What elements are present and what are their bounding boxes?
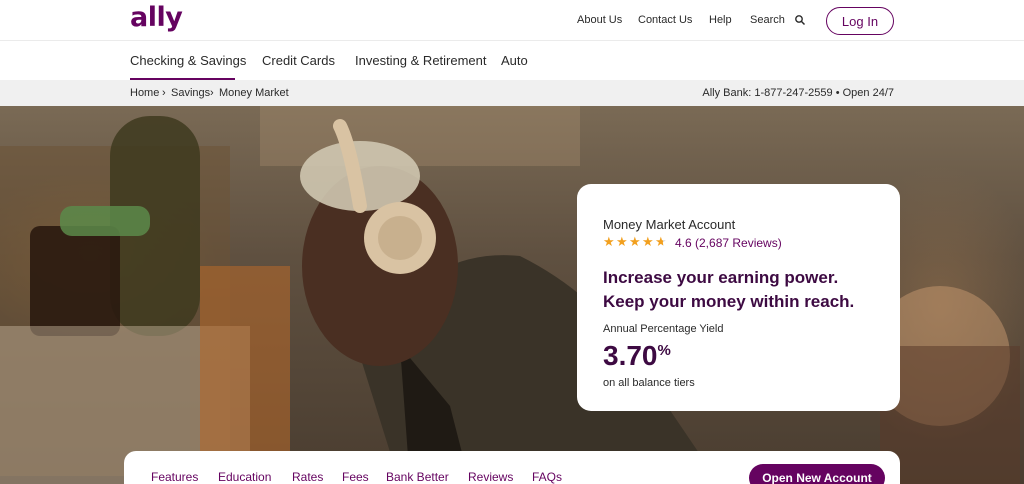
main-nav: Checking & Savings Credit Cards Investin… bbox=[0, 40, 1024, 81]
apy-number: 3.70 bbox=[603, 340, 658, 371]
star-rating: ★ ★ ★ ★ ★ bbox=[603, 235, 668, 248]
section-tab-bank-better[interactable]: Bank Better bbox=[386, 470, 449, 484]
product-card: Money Market Account ★ ★ ★ ★ ★ 4.6 (2,68… bbox=[577, 184, 900, 411]
card-headline: Increase your earning power. Keep your m… bbox=[603, 266, 893, 314]
top-header: ally About Us Contact Us Help Search Log… bbox=[0, 0, 1024, 40]
section-tab-education[interactable]: Education bbox=[218, 470, 271, 484]
section-nav: Features Education Rates Fees Bank Bette… bbox=[124, 451, 900, 484]
card-title: Money Market Account bbox=[603, 217, 736, 232]
star-icon: ★ bbox=[629, 234, 641, 249]
star-icon: ★ bbox=[603, 234, 615, 249]
nav-checking-savings[interactable]: Checking & Savings bbox=[130, 53, 246, 68]
breadcrumb: Home › Savings › Money Market Ally Bank:… bbox=[0, 80, 1024, 106]
apy-note: on all balance tiers bbox=[603, 377, 695, 389]
breadcrumb-savings[interactable]: Savings bbox=[171, 87, 210, 99]
star-icon: ★ bbox=[616, 234, 628, 249]
breadcrumb-current: Money Market bbox=[219, 87, 289, 99]
open-new-account-button[interactable]: Open New Account bbox=[749, 464, 885, 484]
ally-logo[interactable]: ally bbox=[130, 2, 183, 33]
nav-auto[interactable]: Auto bbox=[501, 53, 528, 68]
log-in-button[interactable]: Log In bbox=[826, 7, 894, 35]
section-tab-rates[interactable]: Rates bbox=[292, 470, 323, 484]
section-tab-faqs[interactable]: FAQs bbox=[532, 470, 562, 484]
half-star-icon: ★ bbox=[655, 234, 667, 249]
headline-line-2: Keep your money within reach. bbox=[603, 292, 855, 311]
search-icon[interactable] bbox=[794, 14, 806, 26]
nav-credit-cards[interactable]: Credit Cards bbox=[262, 53, 335, 68]
reviews-link[interactable]: 4.6 (2,687 Reviews) bbox=[675, 236, 782, 250]
apy-value: 3.70% bbox=[603, 340, 671, 372]
apy-label: Annual Percentage Yield bbox=[603, 323, 724, 335]
headline-line-1: Increase your earning power. bbox=[603, 268, 839, 287]
bank-contact-info: Ally Bank: 1-877-247-2559 • Open 24/7 bbox=[702, 87, 894, 99]
section-tab-features[interactable]: Features bbox=[151, 470, 198, 484]
nav-investing-retirement[interactable]: Investing & Retirement bbox=[355, 53, 487, 68]
about-us-link[interactable]: About Us bbox=[577, 14, 622, 26]
help-link[interactable]: Help bbox=[709, 14, 732, 26]
apy-unit: % bbox=[657, 342, 671, 359]
contact-us-link[interactable]: Contact Us bbox=[638, 14, 692, 26]
chevron-right-icon: › bbox=[162, 87, 166, 99]
search-link[interactable]: Search bbox=[750, 14, 785, 26]
section-tab-fees[interactable]: Fees bbox=[342, 470, 369, 484]
section-tab-reviews[interactable]: Reviews bbox=[468, 470, 513, 484]
star-icon: ★ bbox=[642, 234, 654, 249]
chevron-right-icon: › bbox=[210, 87, 214, 99]
breadcrumb-home[interactable]: Home bbox=[130, 87, 159, 99]
